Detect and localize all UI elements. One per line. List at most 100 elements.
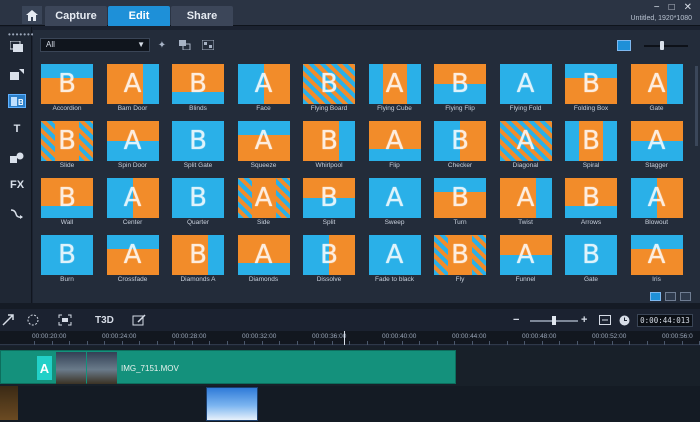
thumbnail-view-button[interactable] [617, 40, 631, 51]
transition-item[interactable]: A Crossfade [101, 235, 165, 287]
home-icon [26, 9, 38, 21]
transition-item[interactable]: A Flying Cube [363, 64, 427, 116]
transition-item[interactable]: B Flying Board [297, 64, 361, 116]
show-list-icon[interactable] [665, 292, 676, 301]
transition-item[interactable]: A Barn Door [101, 64, 165, 116]
path-icon[interactable] [8, 206, 26, 220]
apply-all-icon[interactable] [201, 38, 215, 52]
category-filter-select[interactable]: All ▼ [40, 38, 150, 52]
transition-item[interactable]: B Split [297, 178, 361, 230]
transition-icon[interactable]: B [8, 94, 26, 108]
transition-item[interactable]: B Spiral [559, 121, 623, 173]
transition-item[interactable]: A Sweep [363, 178, 427, 230]
transition-thumbnail: A [106, 235, 159, 275]
transition-item[interactable]: B Flying Flip [428, 64, 492, 116]
overlay-clip-partial[interactable] [0, 386, 18, 420]
library-scrollbar[interactable] [695, 66, 698, 146]
apply-random-icon[interactable] [178, 38, 192, 52]
show-thumbnails-icon[interactable] [650, 292, 661, 301]
transition-item[interactable]: A Iris [625, 235, 689, 287]
transition-item[interactable]: A Blowout [625, 178, 689, 230]
transition-item[interactable]: B Dissolve [297, 235, 361, 287]
transition-thumbnail: B [41, 64, 93, 104]
title-icon[interactable]: T [8, 122, 26, 136]
project-timecode[interactable]: 0:00:44:013 [637, 314, 693, 327]
transition-item[interactable]: A Face [232, 64, 296, 116]
clock-icon[interactable] [619, 313, 630, 327]
transition-label: Flying Flip [445, 105, 475, 112]
storyboard-edit-icon[interactable] [132, 313, 146, 327]
transition-item[interactable]: A Diamonds [232, 235, 296, 287]
ruler-tick [156, 341, 158, 345]
options-icon[interactable] [680, 292, 691, 301]
ripple-edit-icon[interactable] [26, 313, 40, 327]
tab-edit[interactable]: Edit [108, 6, 170, 26]
transition-label: Flying Fold [509, 105, 542, 112]
transition-glyph: A [123, 69, 142, 99]
ruler-tick [611, 341, 613, 345]
ruler-tick [454, 341, 455, 345]
zoom-in-icon[interactable]: + [581, 313, 587, 327]
transition-glyph: A [254, 240, 273, 270]
filter-icon[interactable]: FX [8, 178, 26, 192]
timeline-ruler[interactable]: 00:00:20:00 00:00:24:00 00:00:28:00 00:00:3… [0, 331, 700, 345]
overlay-clip[interactable] [206, 387, 258, 421]
transition-thumbnail: A [237, 121, 290, 161]
timeline-zoom-handle[interactable] [552, 316, 556, 325]
transition-item[interactable]: B Slide [35, 121, 99, 173]
transition-item[interactable]: A Squeeze [232, 121, 296, 173]
thumbnail-size-handle[interactable] [660, 41, 664, 50]
transition-item[interactable]: A Flip [363, 121, 427, 173]
transition-item[interactable]: A Flying Fold [494, 64, 558, 116]
transition-item[interactable]: B Accordion [35, 64, 99, 116]
zoom-out-icon[interactable]: − [513, 313, 519, 327]
transition-item[interactable]: B Whirlpool [297, 121, 361, 173]
maximize-icon[interactable]: □ [669, 2, 675, 13]
grip-dots[interactable]: ••••••• [8, 30, 35, 39]
transition-item[interactable]: A Fade to black [363, 235, 427, 287]
transition-thumbnail: B [565, 121, 617, 161]
capture-frame-icon[interactable] [58, 313, 72, 327]
transition-item[interactable]: A Gate [625, 64, 689, 116]
graphics-icon[interactable] [8, 150, 26, 164]
transition-item[interactable]: A Diagonal [494, 121, 558, 173]
instant-project-icon[interactable] [8, 67, 26, 81]
ruler-tick [314, 341, 315, 345]
tab-capture[interactable]: Capture [45, 6, 107, 26]
transition-thumbnail: B [434, 235, 486, 275]
media-icon[interactable] [8, 39, 26, 53]
transition-marker[interactable]: A [37, 356, 52, 380]
ruler-tick [174, 341, 175, 345]
transition-item[interactable]: B Fly [428, 235, 492, 287]
transition-item[interactable]: A Center [101, 178, 165, 230]
transition-item[interactable]: B Quarter [166, 178, 230, 230]
title-3d-button[interactable]: T3D [95, 313, 114, 327]
transition-item[interactable]: A Funnel [494, 235, 558, 287]
transition-item[interactable]: B Gate [559, 235, 623, 287]
thumbnail-size-slider[interactable] [644, 45, 688, 47]
minimize-icon[interactable]: − [654, 2, 660, 13]
snap-tool-icon[interactable] [2, 313, 14, 327]
playhead[interactable] [344, 331, 345, 345]
transition-item[interactable]: B Blinds [166, 64, 230, 116]
transition-item[interactable]: B Checker [428, 121, 492, 173]
transition-item[interactable]: B Folding Box [559, 64, 623, 116]
transition-item[interactable]: B Burn [35, 235, 99, 287]
transition-item[interactable]: B Split Gate [166, 121, 230, 173]
transition-thumbnail: B [565, 235, 617, 275]
transition-item[interactable]: A Twist [494, 178, 558, 230]
transition-item[interactable]: B Wall [35, 178, 99, 230]
transition-item[interactable]: A Side [232, 178, 296, 230]
home-button[interactable] [22, 6, 42, 24]
transition-glyph: A [385, 183, 404, 213]
transition-item[interactable]: A Stagger [625, 121, 689, 173]
transition-item[interactable]: A Spin Door [101, 121, 165, 173]
add-favorite-icon[interactable]: ✦ [155, 38, 169, 52]
close-icon[interactable]: ✕ [684, 2, 692, 13]
ruler-time-label: 00:00:48:00 [522, 333, 557, 340]
transition-item[interactable]: B Diamonds A [166, 235, 230, 287]
tab-share[interactable]: Share [171, 6, 233, 26]
fit-project-icon[interactable] [599, 313, 611, 327]
transition-item[interactable]: B Arrows [559, 178, 623, 230]
transition-item[interactable]: B Turn [428, 178, 492, 230]
